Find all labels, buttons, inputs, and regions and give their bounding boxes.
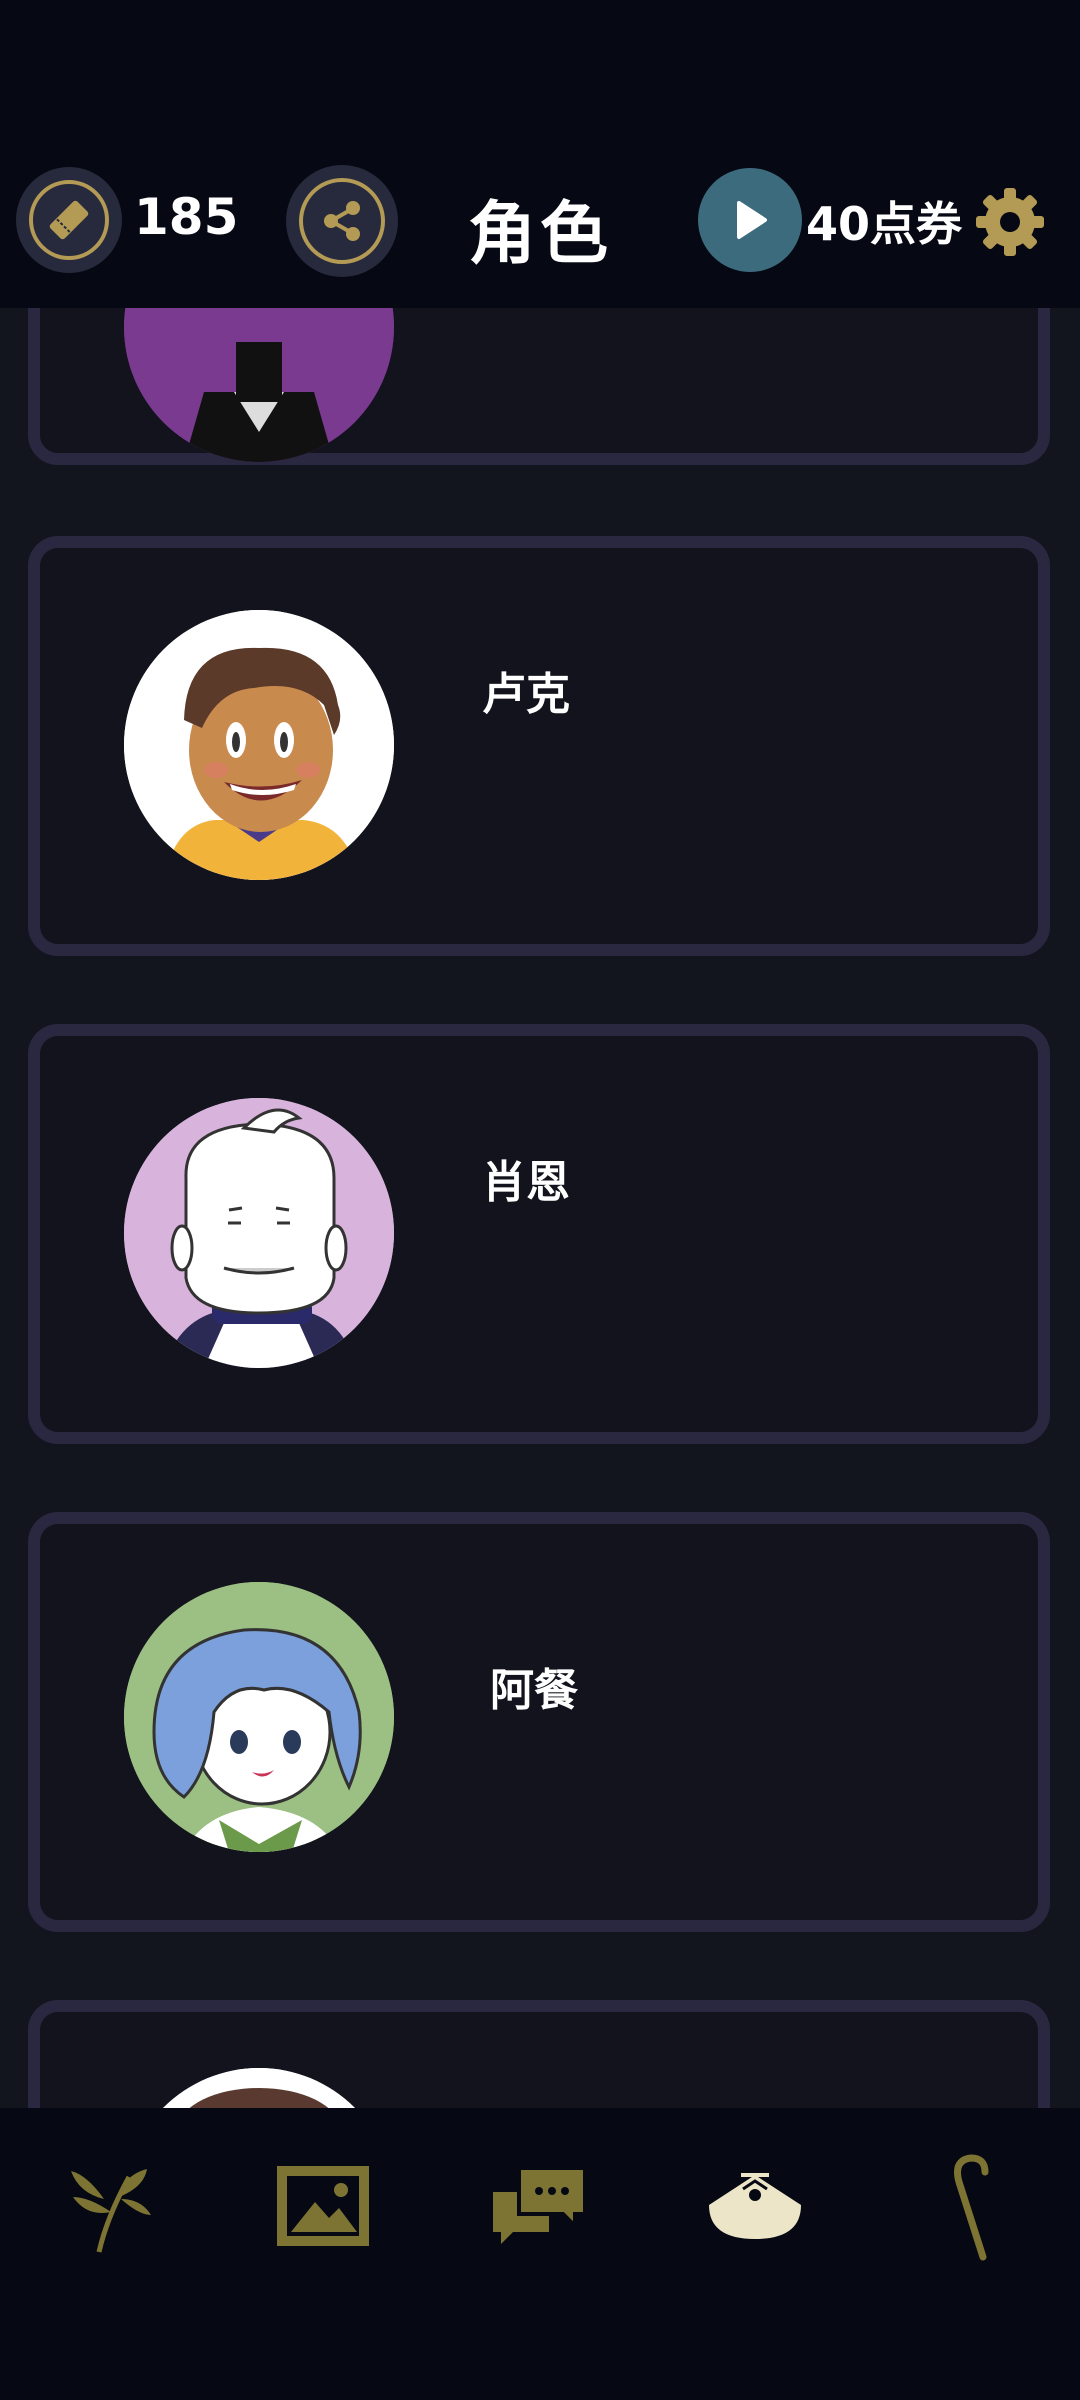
character-avatar (124, 300, 394, 462)
nav-item-cane[interactable] (918, 2152, 1028, 2262)
bottom-nav (0, 2108, 1080, 2400)
points-label: 40点券 (806, 197, 963, 251)
cane-icon (954, 2154, 989, 2261)
top-bar: 185 角色 40点券 (0, 160, 1080, 308)
gallery-icon (277, 2166, 369, 2246)
character-card[interactable]: 肖恩 (28, 1024, 1050, 1444)
nav-item-chat[interactable] (484, 2152, 594, 2262)
character-card[interactable]: 卢克 (28, 536, 1050, 956)
character-name: 肖恩 (482, 1157, 570, 1208)
character-avatar (124, 2068, 394, 2108)
character-card[interactable] (28, 300, 1050, 465)
nav-item-fan[interactable] (700, 2152, 810, 2262)
character-list[interactable]: 卢克 肖恩 阿餐 (0, 300, 1080, 2108)
character-avatar (124, 1582, 394, 1852)
character-avatar (124, 1098, 394, 1368)
gear-icon[interactable] (974, 186, 1046, 258)
watch-ad-button[interactable] (698, 168, 802, 272)
chat-icon (493, 2166, 587, 2244)
character-card[interactable]: 阿餐 (28, 1512, 1050, 1932)
play-icon (737, 201, 767, 239)
character-name: 卢克 (482, 669, 570, 720)
character-avatar (124, 610, 394, 880)
sprout-icon (71, 2169, 151, 2253)
nav-item-gallery[interactable] (268, 2152, 378, 2262)
status-bar-area (0, 0, 1080, 160)
character-name: 阿餐 (490, 1665, 578, 1716)
character-card[interactable] (28, 2000, 1050, 2108)
nav-item-sprout[interactable] (54, 2152, 164, 2262)
fan-icon (709, 2173, 801, 2239)
